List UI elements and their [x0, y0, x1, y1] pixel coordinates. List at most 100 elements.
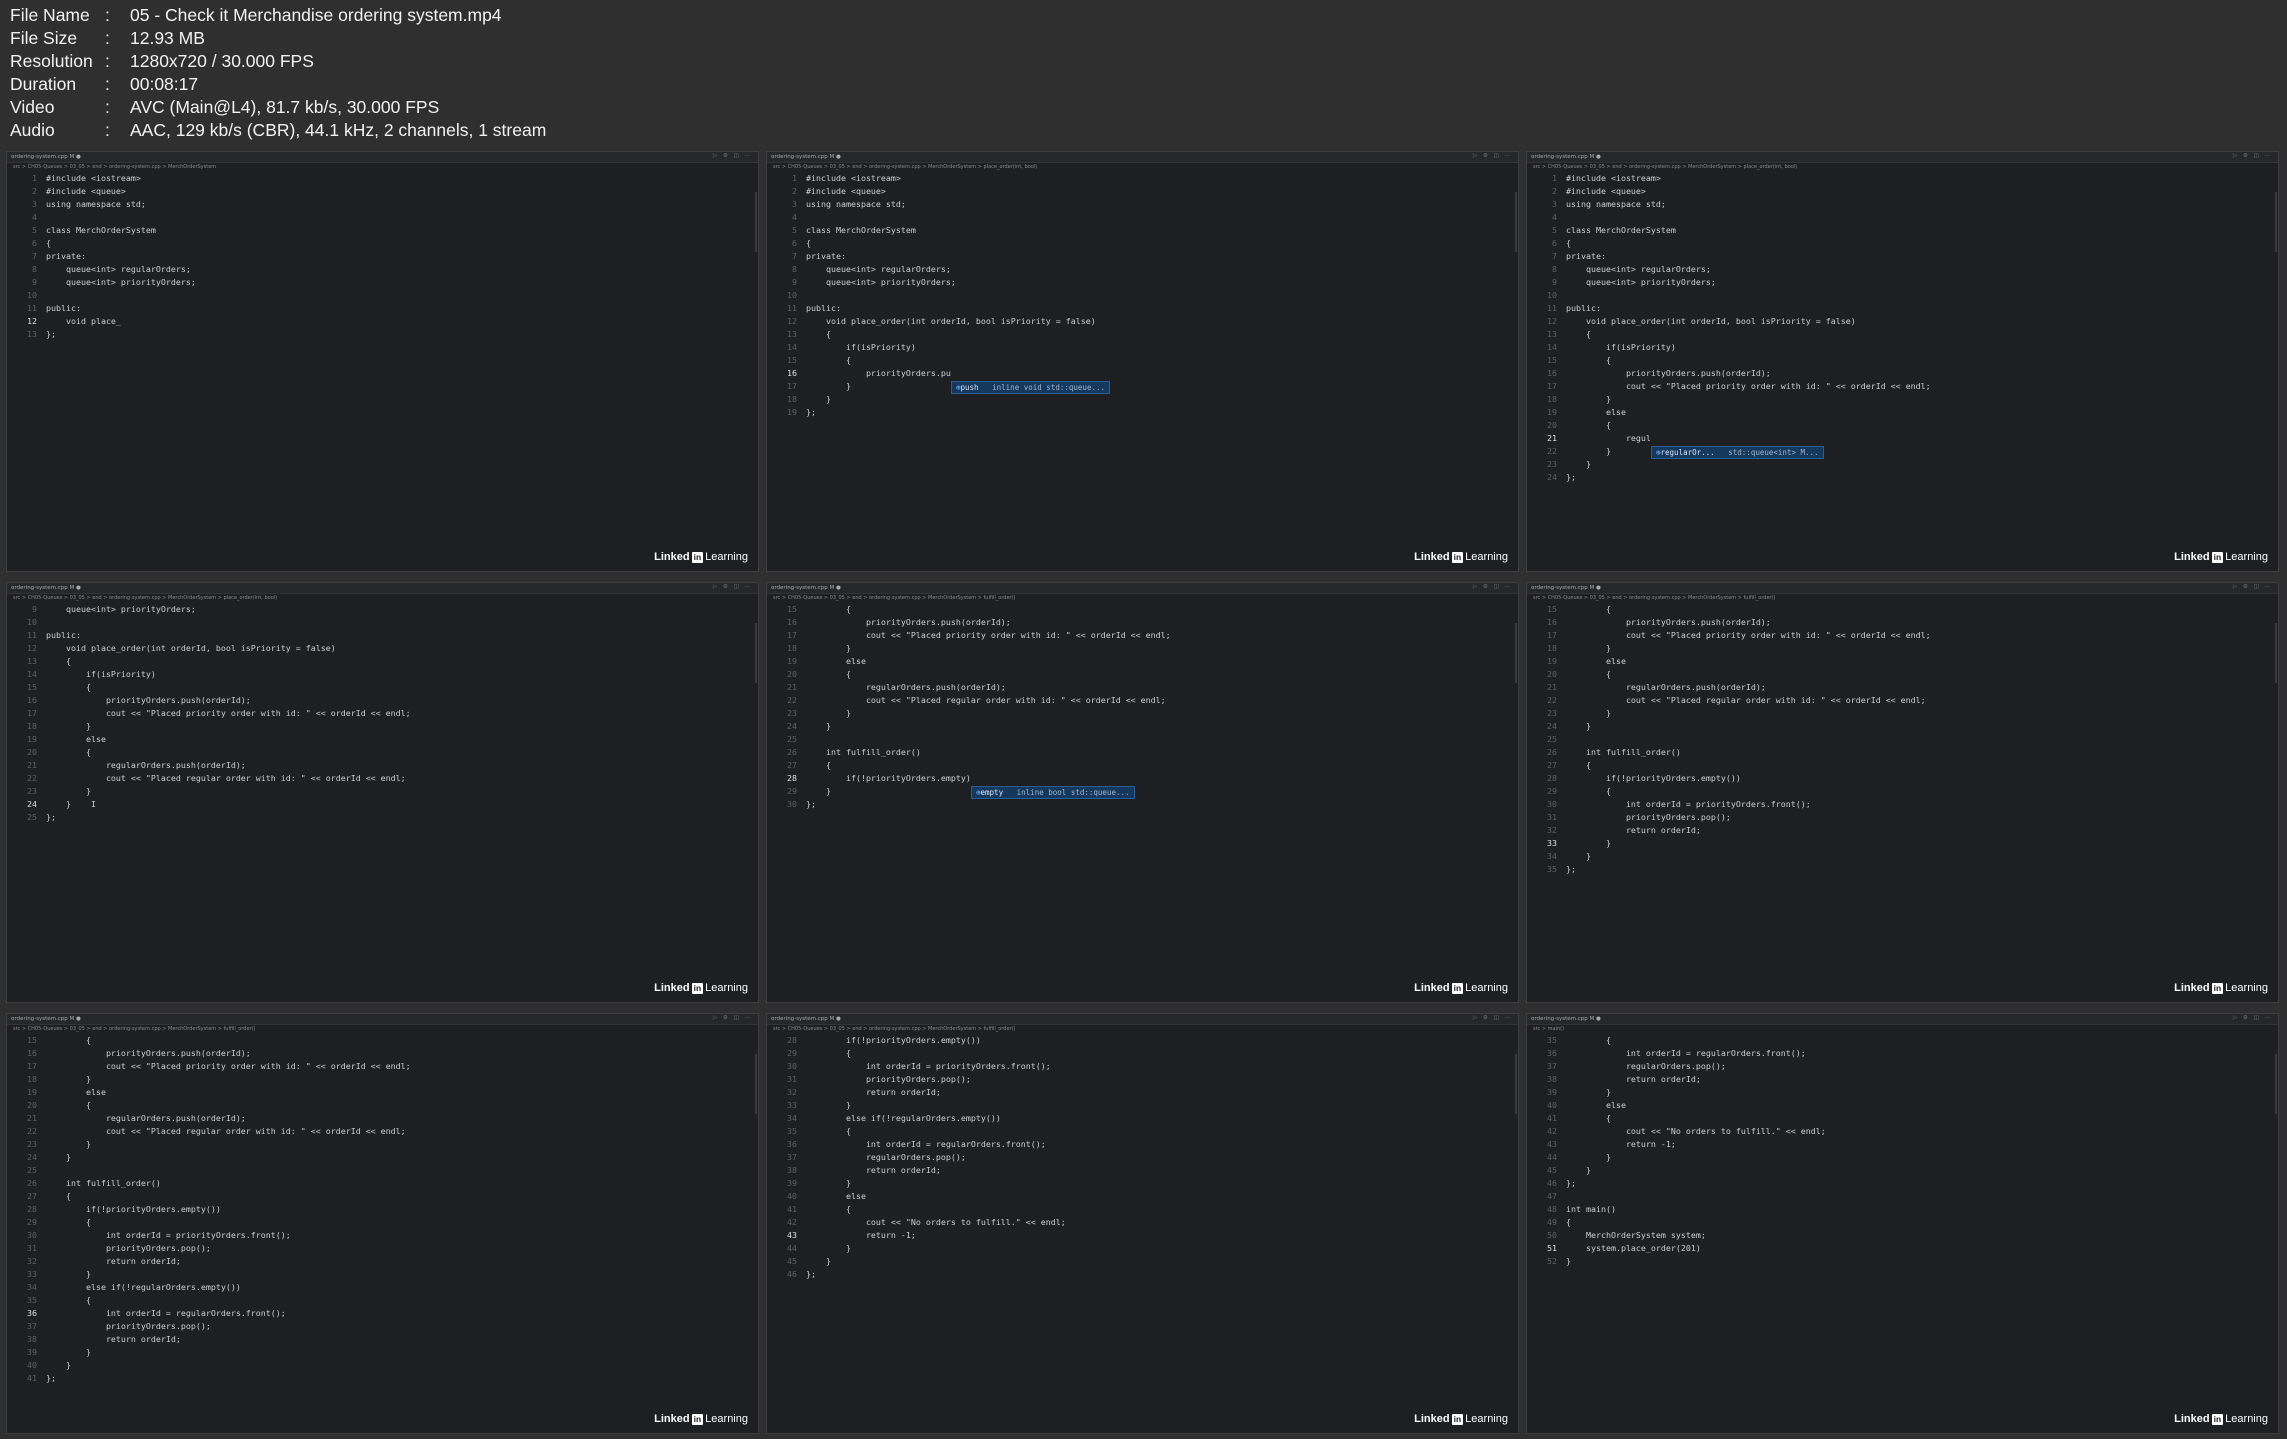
code-text: if(!priorityOrders.empty()) — [1566, 773, 1741, 783]
code-text: priorityOrders.push(orderId); — [1566, 617, 1771, 627]
scrollbar[interactable] — [755, 192, 757, 252]
editor-tab[interactable]: ordering-system.cpp M ● — [771, 1016, 841, 1022]
code-text: regularOrders.pop(); — [1566, 1061, 1726, 1071]
editor-actions-icon[interactable]: ▷ ⚙ ◫ ⋯ — [1473, 584, 1512, 590]
editor-actions-icon[interactable]: ▷ ⚙ ◫ ⋯ — [713, 584, 752, 590]
thumbnail-grid: ordering-system.cpp M ● ▷ ⚙ ◫ ⋯ src > CH05… — [6, 151, 2282, 1434]
code-editor[interactable]: 15 {16 priorityOrders.push(orderId); 17 c… — [767, 603, 1518, 811]
linkedin-learning-logo: Linked in Learning — [1414, 551, 1508, 563]
code-line: 28 if(!priorityOrders.empty()) — [767, 1034, 1518, 1047]
code-line: 35 { — [7, 1294, 758, 1307]
code-line: 16 priorityOrders.push(orderId); — [1527, 367, 2278, 380]
code-line: 38 return orderId; — [7, 1333, 758, 1346]
scrollbar[interactable] — [1515, 1054, 1517, 1114]
code-editor[interactable]: 1 #include <iostream> 2 #include <queue> 3 us… — [7, 172, 758, 341]
code-text: queue<int> priorityOrders; — [806, 277, 956, 287]
editor-actions-icon[interactable]: ▷ ⚙ ◫ ⋯ — [2233, 1015, 2272, 1021]
autocomplete-popup[interactable]: ⊕push inline void std::queue... — [951, 381, 1111, 394]
editor-tab[interactable]: ordering-system.cpp M ● — [771, 154, 841, 160]
code-line: 31 priorityOrders.pop(); — [767, 1073, 1518, 1086]
code-text: } — [46, 1347, 91, 1357]
line-number: 26 — [27, 1178, 37, 1188]
code-line: 12 void place_ — [7, 315, 758, 328]
editor-tab[interactable]: ordering-system.cpp M ● — [11, 1016, 81, 1022]
line-number: 29 — [787, 786, 797, 796]
logo-in-badge: in — [691, 551, 704, 563]
editor-actions-icon[interactable]: ▷ ⚙ ◫ ⋯ — [2233, 584, 2272, 590]
video-frame-thumbnail: ordering-system.cpp M ● ▷ ⚙ ◫ ⋯ src > CH05… — [6, 582, 759, 1003]
code-editor[interactable]: 15 {16 priorityOrders.push(orderId); 17 c… — [7, 1034, 758, 1385]
code-text: cout << "Placed regular order with id: "… — [1566, 695, 1926, 705]
code-line: 25 — [767, 733, 1518, 746]
code-text: return orderId; — [806, 1087, 941, 1097]
code-text: private: — [1566, 251, 1606, 261]
autocomplete-popup[interactable]: ⊕regularOr... std::queue<int> M... — [1651, 446, 1824, 459]
code-line: 35}; — [1527, 863, 2278, 876]
code-editor[interactable]: 35 {36 int orderId = regularOrders.front… — [1527, 1034, 2278, 1268]
editor-tab-bar: ordering-system.cpp M ● ▷ ⚙ ◫ ⋯ — [767, 583, 1518, 594]
code-editor[interactable]: 1 #include <iostream> 2 #include <queue> 3 us… — [767, 172, 1518, 419]
editor-actions-icon[interactable]: ▷ ⚙ ◫ ⋯ — [713, 153, 752, 159]
autocomplete-popup[interactable]: ⊕empty inline bool std::queue... — [971, 786, 1135, 799]
scrollbar[interactable] — [1515, 623, 1517, 683]
logo-product: Learning — [2225, 551, 2268, 563]
editor-tab[interactable]: ordering-system.cpp M ● — [11, 154, 81, 160]
code-line: 23 } — [7, 785, 758, 798]
code-editor[interactable]: 15 {16 priorityOrders.push(orderId); 17 c… — [1527, 603, 2278, 876]
code-line: 22 cout << "Placed regular order with id… — [1527, 694, 2278, 707]
scrollbar[interactable] — [2275, 1054, 2277, 1114]
file-info-key: Video — [10, 97, 55, 117]
code-editor[interactable]: 9 queue<int> priorityOrders; 10 11 public: 1… — [7, 603, 758, 824]
file-info-separator: : — [105, 74, 110, 94]
scrollbar[interactable] — [755, 623, 757, 683]
editor-tab[interactable]: ordering-system.cpp M ● — [1531, 585, 1601, 591]
editor-tab[interactable]: ordering-system.cpp M ● — [1531, 1016, 1601, 1022]
code-editor[interactable]: 28 if(!priorityOrders.empty()) 29 {30 int… — [767, 1034, 1518, 1281]
code-text: { — [46, 1295, 91, 1305]
code-line: 13 { — [767, 328, 1518, 341]
logo-product: Learning — [705, 982, 748, 994]
code-text: cout << "Placed priority order with id: … — [1566, 630, 1931, 640]
editor-actions-icon[interactable]: ▷ ⚙ ◫ ⋯ — [2233, 153, 2272, 159]
logo-product: Learning — [2225, 1413, 2268, 1425]
logo-brand: Linked — [2174, 982, 2210, 994]
editor-tab[interactable]: ordering-system.cpp M ● — [1531, 154, 1601, 160]
code-line: 23 } — [767, 707, 1518, 720]
scrollbar[interactable] — [2275, 192, 2277, 252]
line-number: 14 — [27, 669, 37, 679]
line-number: 37 — [27, 1321, 37, 1331]
code-line: 6{ — [767, 237, 1518, 250]
code-text: int orderId = priorityOrders.front(); — [1566, 799, 1811, 809]
code-line: 11 public: — [7, 629, 758, 642]
editor-tab[interactable]: ordering-system.cpp M ● — [771, 585, 841, 591]
breadcrumb: src > CH05-Queues > 03_05 > end > orderi… — [1533, 595, 1776, 601]
editor-tab-bar: ordering-system.cpp M ● ▷ ⚙ ◫ ⋯ — [7, 152, 758, 163]
editor-tab[interactable]: ordering-system.cpp M ● — [11, 585, 81, 591]
code-line: 17 cout << "Placed priority order with i… — [7, 707, 758, 720]
scrollbar[interactable] — [2275, 623, 2277, 683]
line-number: 3 — [32, 199, 37, 209]
code-text: int main() — [1566, 1204, 1616, 1214]
code-text: cout << "Placed priority order with id: … — [1566, 381, 1931, 391]
line-number: 28 — [27, 1204, 37, 1214]
editor-actions-icon[interactable]: ▷ ⚙ ◫ ⋯ — [1473, 153, 1512, 159]
code-text: if(isPriority) — [46, 669, 156, 679]
line-number: 18 — [787, 394, 797, 404]
code-text: } — [806, 643, 851, 653]
line-number: 36 — [27, 1308, 37, 1318]
code-line: 50 MerchOrderSystem system; — [1527, 1229, 2278, 1242]
code-line: 31 priorityOrders.pop(); — [1527, 811, 2278, 824]
code-line: 16 priorityOrders.pu — [767, 367, 1518, 380]
code-text: { — [806, 604, 851, 614]
code-line: 48 int main() — [1527, 1203, 2278, 1216]
scrollbar[interactable] — [1515, 192, 1517, 252]
code-editor[interactable]: 1 #include <iostream> 2 #include <queue> 3 us… — [1527, 172, 2278, 484]
scrollbar[interactable] — [755, 1054, 757, 1114]
logo-in-badge: in — [691, 982, 704, 994]
line-number: 34 — [787, 1113, 797, 1123]
video-frame-thumbnail: ordering-system.cpp M ● ▷ ⚙ ◫ ⋯ src > CH05… — [766, 1013, 1519, 1434]
logo-product: Learning — [1465, 1413, 1508, 1425]
editor-actions-icon[interactable]: ▷ ⚙ ◫ ⋯ — [713, 1015, 752, 1021]
breadcrumb: src > CH05-Queues > 03_05 > end > orderi… — [1533, 164, 1798, 170]
editor-actions-icon[interactable]: ▷ ⚙ ◫ ⋯ — [1473, 1015, 1512, 1021]
